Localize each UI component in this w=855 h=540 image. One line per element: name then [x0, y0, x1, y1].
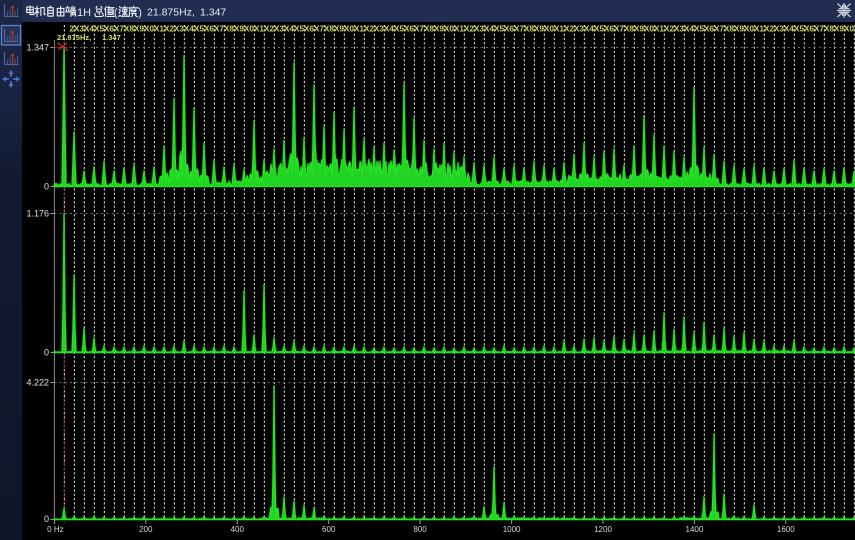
- svg-text:1600: 1600: [777, 525, 795, 534]
- svg-text:0 Hz: 0 Hz: [47, 525, 63, 534]
- svg-text:400: 400: [231, 525, 245, 534]
- svg-text:0: 0: [44, 182, 49, 192]
- svg-text:1H: 1H: [77, 7, 91, 19]
- svg-text:1000: 1000: [503, 525, 521, 534]
- svg-text:(: (: [114, 7, 118, 19]
- svg-text:1400: 1400: [686, 525, 704, 534]
- svg-text:200: 200: [139, 525, 153, 534]
- svg-text:1.176: 1.176: [26, 209, 49, 219]
- svg-text:0X: 0X: [849, 24, 855, 34]
- svg-text:1.347: 1.347: [26, 43, 49, 53]
- svg-text:1.347: 1.347: [102, 33, 121, 42]
- svg-text:21.875Hz,: 21.875Hz,: [57, 33, 91, 42]
- svg-text:600: 600: [322, 525, 336, 534]
- svg-text:): ): [138, 7, 142, 19]
- svg-text:1.347: 1.347: [200, 7, 226, 19]
- svg-text:1200: 1200: [594, 525, 612, 534]
- svg-text:0: 0: [44, 514, 49, 524]
- svg-text:800: 800: [413, 525, 427, 534]
- svg-text:4.222: 4.222: [26, 378, 49, 388]
- svg-text:0: 0: [44, 348, 49, 358]
- svg-text:21.875Hz,: 21.875Hz,: [147, 7, 195, 19]
